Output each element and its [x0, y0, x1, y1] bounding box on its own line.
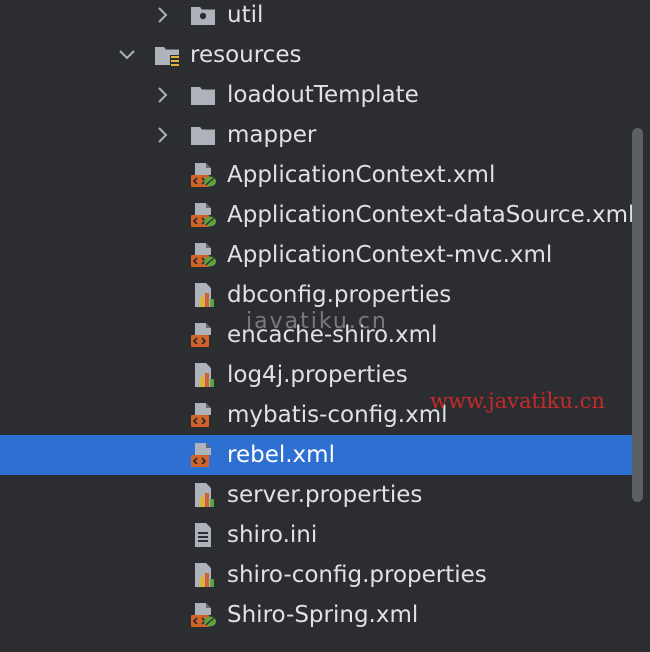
spring-xml-file-icon — [189, 241, 217, 269]
tree-row-server-properties[interactable]: server.properties — [0, 475, 632, 515]
tree-row-label: mapper — [227, 122, 317, 148]
tree-row-applicationcontext-mvc-xml[interactable]: ApplicationContext-mvc.xml — [0, 235, 632, 275]
tree-row-label: rebel.xml — [227, 442, 335, 468]
spring-xml-file-icon — [189, 161, 217, 189]
chevron-right-icon[interactable] — [155, 125, 171, 145]
tree-row-label: log4j.properties — [227, 362, 408, 388]
tree-row-applicationcontext-datasource-xml[interactable]: ApplicationContext-dataSource.xml — [0, 195, 635, 235]
watermark-gray: javatiku.cn — [246, 309, 388, 334]
xml-file-icon — [189, 401, 217, 429]
tree-row-shiro-config-properties[interactable]: shiro-config.properties — [0, 555, 632, 595]
folder-icon — [189, 121, 217, 149]
tree-row-label: shiro.ini — [227, 522, 318, 548]
resources-folder-icon — [153, 41, 181, 69]
tree-row-resources[interactable]: resources — [0, 35, 632, 75]
tree-row-label: mybatis-config.xml — [227, 402, 448, 428]
spring-xml-file-icon — [189, 601, 217, 629]
tree-row-label: ApplicationContext-dataSource.xml — [227, 202, 635, 228]
tree-row-label: loadoutTemplate — [227, 82, 419, 108]
folder-icon — [189, 81, 217, 109]
package-folder-icon — [189, 1, 217, 29]
tree-row-shiro-spring-xml[interactable]: Shiro-Spring.xml — [0, 595, 632, 635]
xml-file-icon — [189, 441, 217, 469]
tree-row-mapper[interactable]: mapper — [0, 115, 632, 155]
tree-row-label: dbconfig.properties — [227, 282, 452, 308]
chevron-right-icon[interactable] — [155, 5, 171, 25]
tree-row-rebel-xml[interactable]: rebel.xml — [0, 435, 632, 475]
properties-file-icon — [189, 281, 217, 309]
tree-row-applicationcontext-xml[interactable]: ApplicationContext.xml — [0, 155, 632, 195]
tree-row-util[interactable]: util — [0, 0, 632, 35]
properties-file-icon — [189, 561, 217, 589]
properties-file-icon — [189, 361, 217, 389]
tree-row-loadouttemplate[interactable]: loadoutTemplate — [0, 75, 632, 115]
tree-row-label: ApplicationContext-mvc.xml — [227, 242, 553, 268]
vertical-scrollbar-thumb[interactable] — [632, 128, 643, 502]
watermark-red: www.javatiku.cn — [430, 389, 605, 413]
chevron-right-icon[interactable] — [155, 85, 171, 105]
spring-xml-file-icon — [189, 201, 217, 229]
chevron-down-icon[interactable] — [117, 45, 135, 65]
tree-row-label: shiro-config.properties — [227, 562, 487, 588]
properties-file-icon — [189, 481, 217, 509]
tree-row-label: server.properties — [227, 482, 423, 508]
text-file-icon — [189, 521, 217, 549]
tree-row-label: util — [227, 2, 264, 28]
tree-row-label: ApplicationContext.xml — [227, 162, 496, 188]
xml-file-icon — [189, 321, 217, 349]
tree-row-shiro-ini[interactable]: shiro.ini — [0, 515, 632, 555]
tree-row-label: resources — [190, 42, 302, 68]
tree-row-label: Shiro-Spring.xml — [227, 602, 419, 628]
